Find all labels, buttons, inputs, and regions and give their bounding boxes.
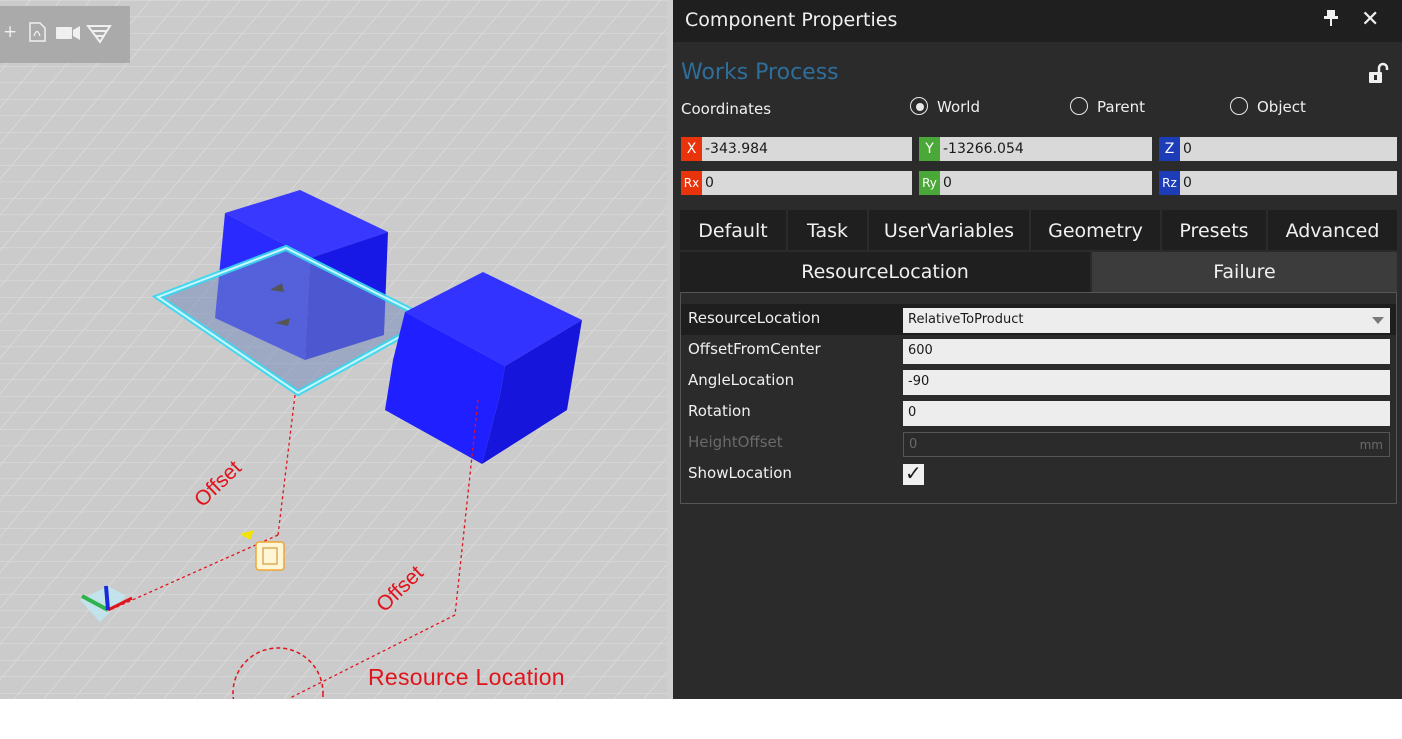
property-label: OffsetFromCenter <box>688 340 821 358</box>
tab-uservariables[interactable]: UserVariables <box>869 210 1029 250</box>
showlocation-checkbox[interactable]: ✓ <box>903 461 924 485</box>
resource-marker-icon[interactable] <box>255 541 285 571</box>
rz-field[interactable]: Rz 0 <box>1159 171 1397 195</box>
ry-axis-tag: Ry <box>919 171 940 195</box>
subtab-resourcelocation[interactable]: ResourceLocation <box>680 252 1090 292</box>
rotation-input[interactable]: 0 <box>903 401 1390 426</box>
input-value: 0 <box>908 405 917 420</box>
property-row-rotation: Rotation 0 <box>681 397 1396 428</box>
unlock-icon[interactable] <box>1367 62 1389 84</box>
radio-object-label: Object <box>1257 98 1306 116</box>
bottom-strip <box>673 699 1402 739</box>
rz-value: 0 <box>1183 175 1192 191</box>
property-row-showlocation: ShowLocation ✓ <box>681 459 1396 490</box>
y-axis-tag: Y <box>919 137 940 161</box>
z-axis-tag: Z <box>1159 137 1180 161</box>
x-value: -343.984 <box>705 141 768 157</box>
anglelocation-input[interactable]: -90 <box>903 370 1390 395</box>
property-grid: ResourceLocation RelativeToProduct Offse… <box>680 292 1397 504</box>
dropdown-value: RelativeToProduct <box>908 312 1024 327</box>
pdf-icon[interactable] <box>28 22 46 47</box>
tab-presets[interactable]: Presets <box>1162 210 1266 250</box>
property-label: Rotation <box>688 402 751 420</box>
tab-default[interactable]: Default <box>680 210 786 250</box>
ry-field[interactable]: Ry 0 <box>919 171 1152 195</box>
input-value: 0 <box>909 437 918 452</box>
resource-location-annotation: Resource Location <box>368 664 565 690</box>
3d-viewport[interactable]: + Offset Offset Resource Location <box>0 0 667 699</box>
tab-task[interactable]: Task <box>788 210 867 250</box>
tab-geometry[interactable]: Geometry <box>1031 210 1160 250</box>
resourcelocation-dropdown[interactable]: RelativeToProduct <box>903 308 1390 333</box>
coordinates-label: Coordinates <box>681 100 772 118</box>
x-field[interactable]: X -343.984 <box>681 137 912 161</box>
property-label: AngleLocation <box>688 371 795 389</box>
checkmark-icon: ✓ <box>905 461 922 485</box>
video-camera-icon[interactable] <box>55 22 81 47</box>
component-name[interactable]: Works Process <box>681 60 839 85</box>
rx-value: 0 <box>705 175 714 191</box>
viewport-canvas[interactable] <box>0 0 667 699</box>
rz-axis-tag: Rz <box>1159 171 1180 195</box>
snapshot-icon[interactable] <box>86 22 112 49</box>
input-value: 600 <box>908 343 933 358</box>
radio-parent-label: Parent <box>1097 98 1146 116</box>
radio-circle <box>910 97 928 115</box>
viewport-toolbar: + <box>0 6 130 63</box>
property-row-resourcelocation[interactable]: ResourceLocation RelativeToProduct <box>681 304 1396 335</box>
plus-icon[interactable]: + <box>3 22 17 42</box>
ry-value: 0 <box>943 175 952 191</box>
component-properties-panel: Component Properties ✕ Works Process Coo… <box>673 0 1402 699</box>
panel-title: Component Properties <box>685 9 898 31</box>
heightoffset-input: 0 mm <box>903 432 1390 457</box>
property-label: ShowLocation <box>688 464 792 482</box>
property-row-heightoffset: HeightOffset 0 mm <box>681 428 1396 459</box>
radio-circle <box>1230 97 1248 115</box>
radio-circle <box>1070 97 1088 115</box>
panel-header: Component Properties ✕ <box>673 0 1402 42</box>
offsetfromcenter-input[interactable]: 600 <box>903 339 1390 364</box>
close-icon[interactable]: ✕ <box>1361 7 1379 32</box>
y-field[interactable]: Y -13266.054 <box>919 137 1152 161</box>
z-value: 0 <box>1183 141 1192 157</box>
pin-icon[interactable] <box>1323 9 1339 32</box>
z-field[interactable]: Z 0 <box>1159 137 1397 161</box>
y-value: -13266.054 <box>943 141 1024 157</box>
x-axis-tag: X <box>681 137 702 161</box>
tab-advanced[interactable]: Advanced <box>1268 210 1397 250</box>
property-row-offsetfromcenter: OffsetFromCenter 600 <box>681 335 1396 366</box>
radio-world-label: World <box>937 98 980 116</box>
unit-label: mm <box>1359 438 1383 452</box>
property-row-anglelocation: AngleLocation -90 <box>681 366 1396 397</box>
input-value: -90 <box>908 374 930 389</box>
property-label: ResourceLocation <box>688 309 821 327</box>
rx-field[interactable]: Rx 0 <box>681 171 912 195</box>
subtab-failure[interactable]: Failure <box>1092 252 1397 292</box>
chevron-down-icon[interactable] <box>1372 317 1384 324</box>
rx-axis-tag: Rx <box>681 171 702 195</box>
property-label: HeightOffset <box>688 433 783 451</box>
